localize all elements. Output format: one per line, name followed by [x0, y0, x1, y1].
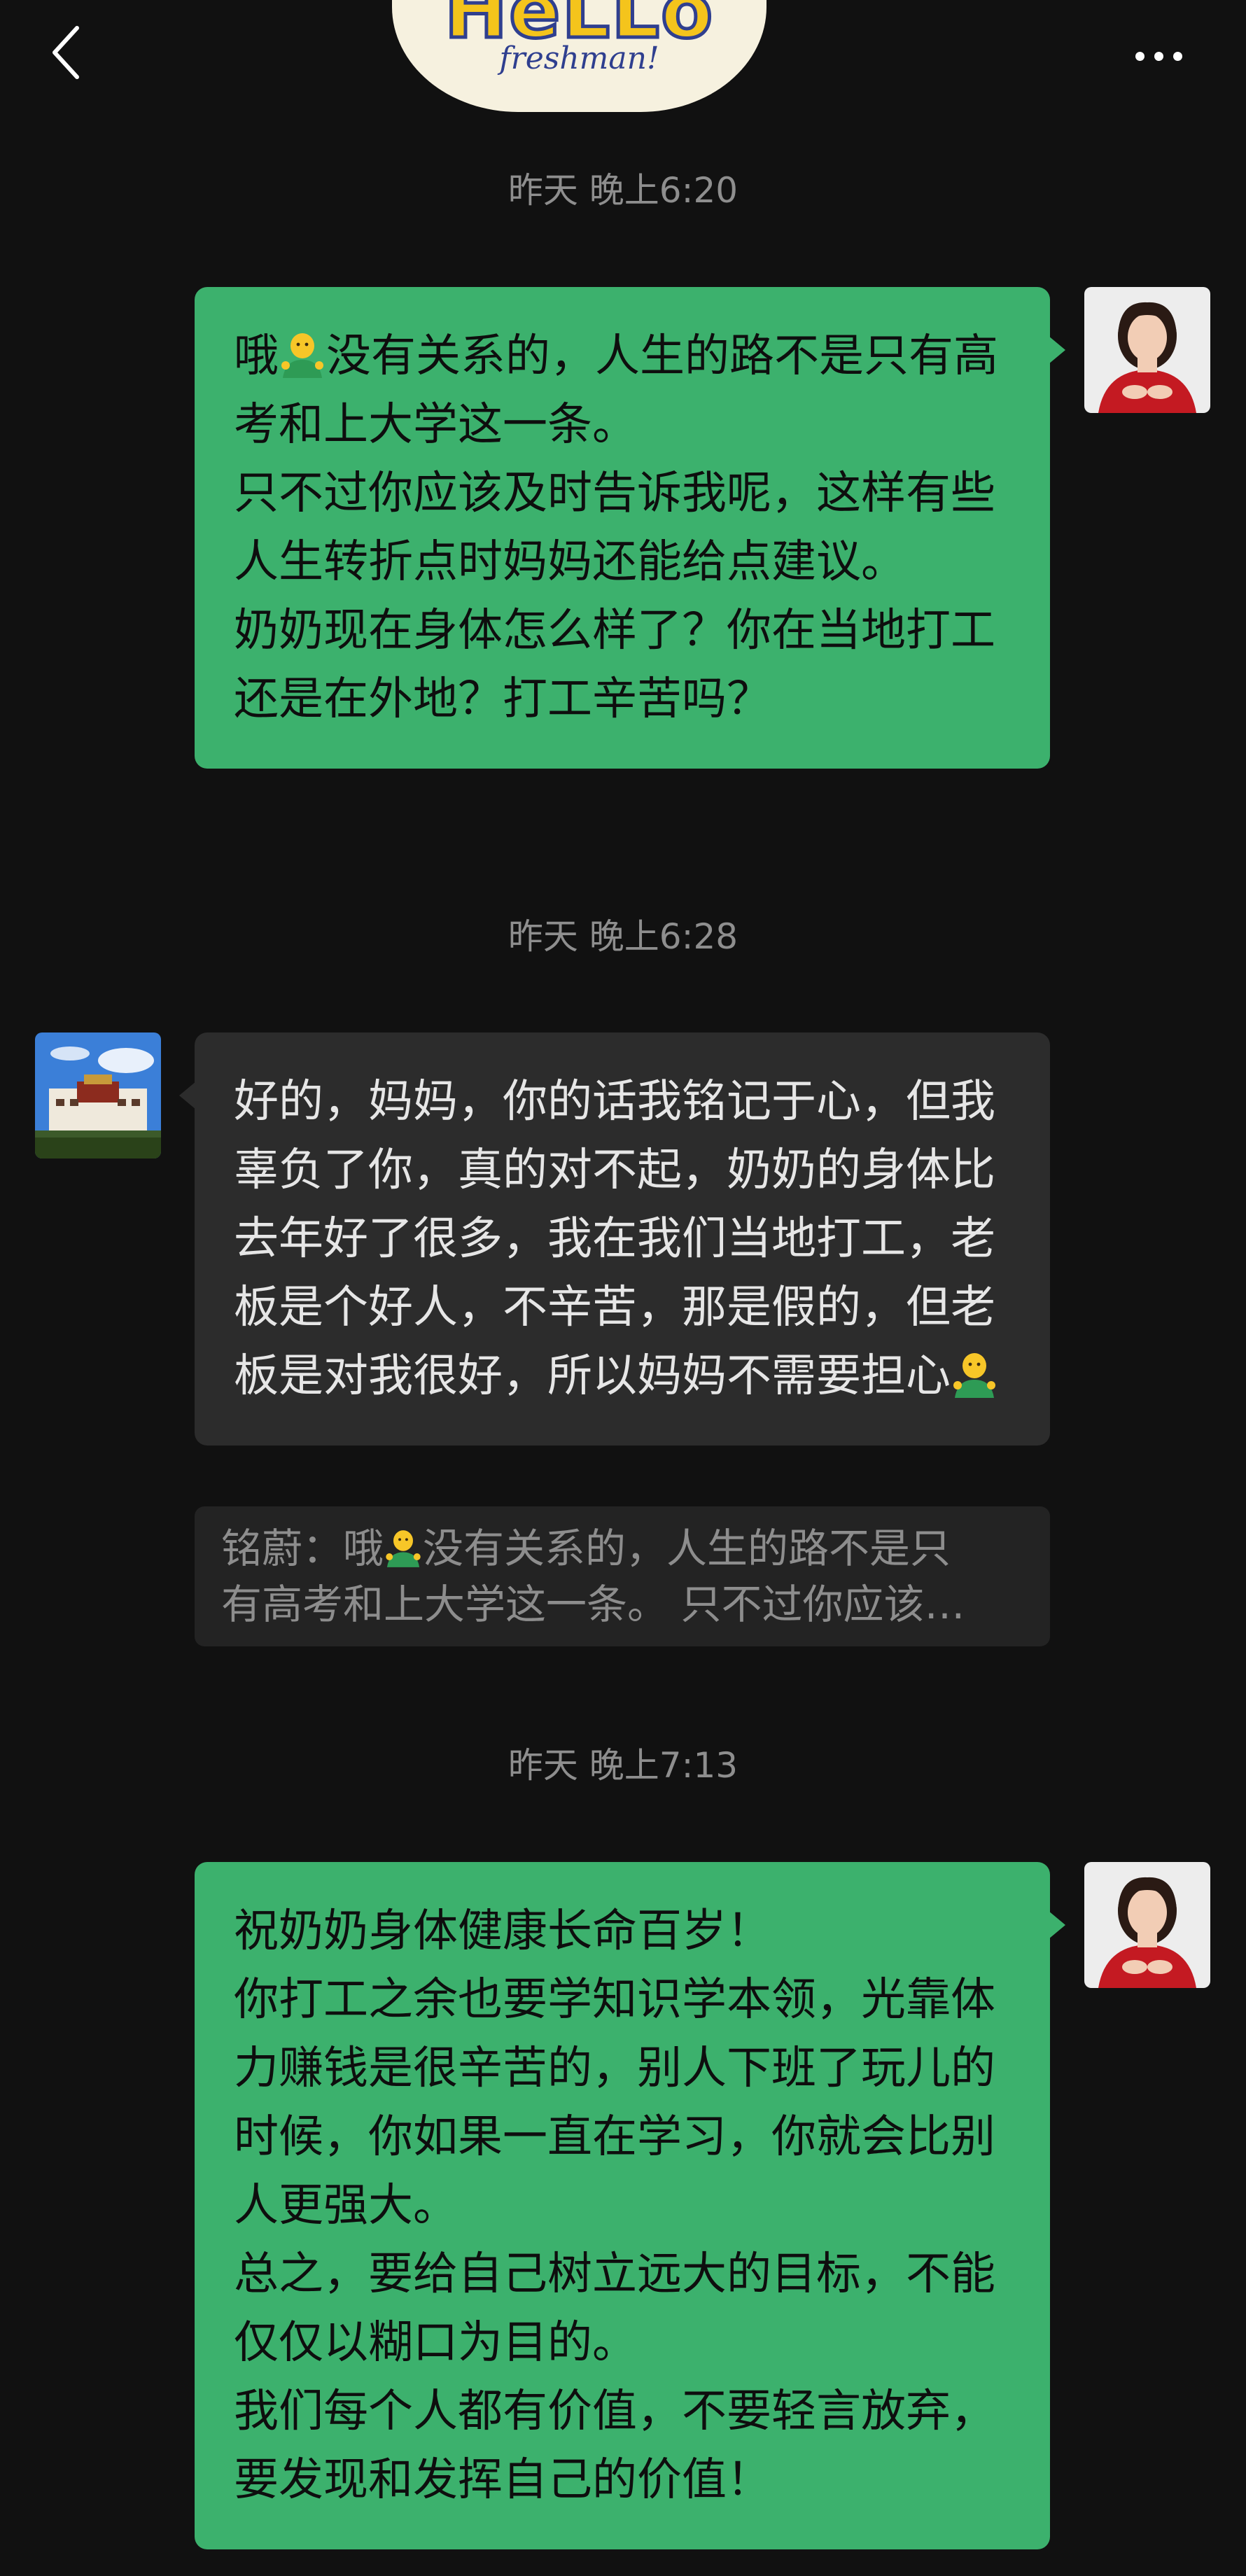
badge-subtitle: freshman!: [499, 41, 659, 76]
shrug-emoji-icon: [953, 1353, 995, 1398]
shrug-emoji-icon: [386, 1530, 421, 1567]
chevron-left-icon: [52, 26, 79, 79]
quote-line: 有高考和上大学这一条。 只不过你应该…: [221, 1581, 965, 1628]
message-text: 哦: [234, 330, 279, 382]
outgoing-message-bubble[interactable]: 祝奶奶身体健康长命百岁！ 你打工之余也要学知识学本领，光靠体力赚钱是很辛苦的，别…: [195, 1862, 1065, 2549]
woman-portrait-icon: [1084, 1862, 1210, 1988]
message-paragraph: 好的，妈妈，你的话我铭记于心，但我辜负了你，真的对不起，奶奶的身体比去年好了很多…: [234, 1068, 1015, 1410]
sender-avatar[interactable]: [1084, 1862, 1210, 1988]
sender-avatar[interactable]: [1084, 287, 1210, 413]
woman-portrait-icon: [1084, 287, 1210, 413]
hello-freshman-badge: HeLLo freshman!: [392, 0, 766, 112]
shrug-emoji-icon: [281, 333, 323, 378]
message-timestamp: 昨天 晚上6:28: [507, 916, 738, 957]
more-dots-icon: [1135, 51, 1144, 61]
more-dots-icon: [1154, 51, 1163, 61]
more-dots-icon: [1172, 51, 1182, 61]
message-paragraph: 我们每个人都有价值，不要轻言放弃，要发现和发挥自己的价值！: [234, 2386, 995, 2506]
contact-avatar[interactable]: [35, 1032, 161, 1158]
outgoing-message-bubble[interactable]: 哦没有关系的，人生的路不是只有高考和上大学这一条。 只不过你应该及时告诉我呢，这…: [195, 287, 1065, 769]
quote-text: 没有关系的，人生的路不是只: [423, 1525, 951, 1572]
message-paragraph: 总之，要给自己树立远大的目标，不能仅仅以糊口为目的。: [234, 2248, 995, 2369]
message-paragraph: 祝奶奶身体健康长命百岁！: [234, 1905, 771, 1957]
message-text: 没有关系的，人生的路不是只有高考和上大学这一条。: [234, 330, 998, 451]
message-timestamp: 昨天 晚上7:13: [507, 1745, 738, 1786]
quoted-message[interactable]: 铭蔚：哦 没有关系的，人生的路不是只 有高考和上大学这一条。 只不过你应该…: [195, 1506, 1050, 1646]
quote-text: 铭蔚：哦: [221, 1525, 384, 1572]
top-bar: HeLLo freshman!: [0, 0, 1246, 119]
message-paragraph: 只不过你应该及时告诉我呢，这样有些人生转折点时妈妈还能给点建议。: [234, 468, 995, 588]
message-paragraph: 奶奶现在身体怎么样了？你在当地打工还是在外地？打工辛苦吗？: [234, 605, 995, 725]
more-button[interactable]: [1120, 35, 1197, 77]
palace-photo-icon: [35, 1032, 161, 1158]
incoming-message-bubble[interactable]: 好的，妈妈，你的话我铭记于心，但我辜负了你，真的对不起，奶奶的身体比去年好了很多…: [179, 1032, 1050, 1446]
message-text: 好的，妈妈，你的话我铭记于心，但我辜负了你，真的对不起，奶奶的身体比去年好了很多…: [234, 1076, 995, 1402]
quote-line: 铭蔚：哦 没有关系的，人生的路不是只: [221, 1520, 1022, 1576]
back-button[interactable]: [42, 21, 91, 84]
message-timestamp: 昨天 晚上6:20: [507, 170, 738, 211]
message-paragraph: 哦没有关系的，人生的路不是只有高考和上大学这一条。: [234, 322, 1015, 459]
message-paragraph: 你打工之余也要学知识学本领，光靠体力赚钱是很辛苦的，别人下班了玩儿的时候，你如果…: [234, 1974, 995, 2232]
